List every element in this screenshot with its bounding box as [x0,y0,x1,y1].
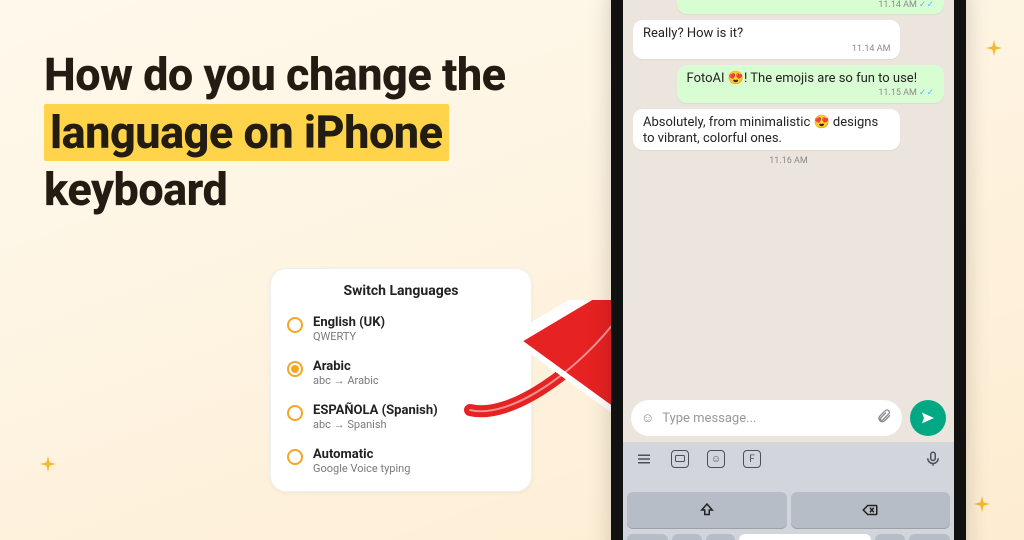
enter-key[interactable] [909,534,950,540]
mic-icon[interactable] [924,450,942,468]
sparkle-icon [36,454,60,478]
chat-message-sent: FotoAI 😍! The emojis are so fun to use! … [677,65,944,103]
read-ticks-icon: ✓✓ [919,0,934,10]
emoji-key[interactable]: ☺ [706,534,735,540]
headline-line1: How do you change the [44,48,506,101]
message-time: 11.14 AM [852,44,891,54]
language-option-english[interactable]: English (UK) QWERTY [271,307,531,351]
radio-icon [287,405,303,421]
language-sub: abc → Spanish [313,418,438,431]
sparkle-icon [970,494,994,518]
read-ticks-icon: ✓✓ [919,88,934,98]
chat-area: (●'◡'●)＋😉 😊 ]0+{❤👀}=❤ 11.14 AM✓✓ Really?… [623,0,954,394]
sticker-icon[interactable]: ☺ [707,450,725,468]
language-sub: abc → Arabic [313,374,379,387]
message-text: FotoAI 😍! The emojis are so fun to use! [687,71,918,86]
period-key[interactable]: . [875,534,904,540]
language-name: English (UK) [313,315,385,330]
message-input[interactable]: ☺ Type message... [631,400,902,436]
backspace-key[interactable] [791,492,951,528]
sparkle-icon [982,38,1006,62]
radio-icon [287,361,303,377]
keyboard-toolbar: ☺ F [623,442,954,476]
keyboard-settings-icon[interactable] [671,450,689,468]
message-time: 11.14 AM [878,0,917,10]
language-name: Automatic [313,447,410,462]
language-card-title: Switch Languages [271,283,531,299]
language-name: Arabic [313,359,379,374]
space-key[interactable]: الإنجليزية [739,534,871,540]
message-text: Really? How is it? [643,26,743,41]
headline-line3: keyboard [44,163,227,216]
comma-key[interactable]: ، [672,534,701,540]
language-sub: QWERTY [313,330,385,343]
language-option-automatic[interactable]: Automatic Google Voice typing [271,439,531,483]
message-time: 11.15 AM [878,88,917,98]
keyboard: 123 ، ☺ الإنجليزية . [623,476,954,540]
message-text: Absolutely, from minimalistic 😍 designs … [643,115,878,146]
message-time: 11.16 AM [633,156,944,166]
radio-icon [287,317,303,333]
language-switch-card: Switch Languages English (UK) QWERTY Ara… [270,268,532,492]
shift-key[interactable] [627,492,787,528]
language-sub: Google Voice typing [313,462,410,475]
attachment-icon[interactable] [876,408,892,428]
send-button[interactable] [910,400,946,436]
language-name: ESPAÑOLA (Spanish) [313,403,438,418]
headline: How do you change the language on iPhone… [44,46,544,219]
radio-icon [287,449,303,465]
message-input-bar: ☺ Type message... [623,394,954,442]
emoji-icon[interactable]: ☺ [641,410,654,426]
headline-text: How do you change the language on iPhone… [44,46,544,219]
message-placeholder: Type message... [662,411,868,426]
language-option-spanish[interactable]: ESPAÑOLA (Spanish) abc → Spanish [271,395,531,439]
headline-line2: language on iPhone [44,104,449,161]
numbers-key[interactable]: 123 [627,534,668,540]
menu-icon[interactable] [635,450,653,468]
chat-message-received: Really? How is it? 11.14 AM [633,20,900,58]
chat-message-received: Absolutely, from minimalistic 😍 designs … [633,109,900,150]
phone-mockup: (●'◡'●)＋😉 😊 ]0+{❤👀}=❤ 11.14 AM✓✓ Really?… [611,0,966,540]
language-option-arabic[interactable]: Arabic abc → Arabic [271,351,531,395]
chat-message-sent: (●'◡'●)＋😉 😊 ]0+{❤👀}=❤ 11.14 AM✓✓ [677,0,944,14]
font-icon[interactable]: F [743,450,761,468]
